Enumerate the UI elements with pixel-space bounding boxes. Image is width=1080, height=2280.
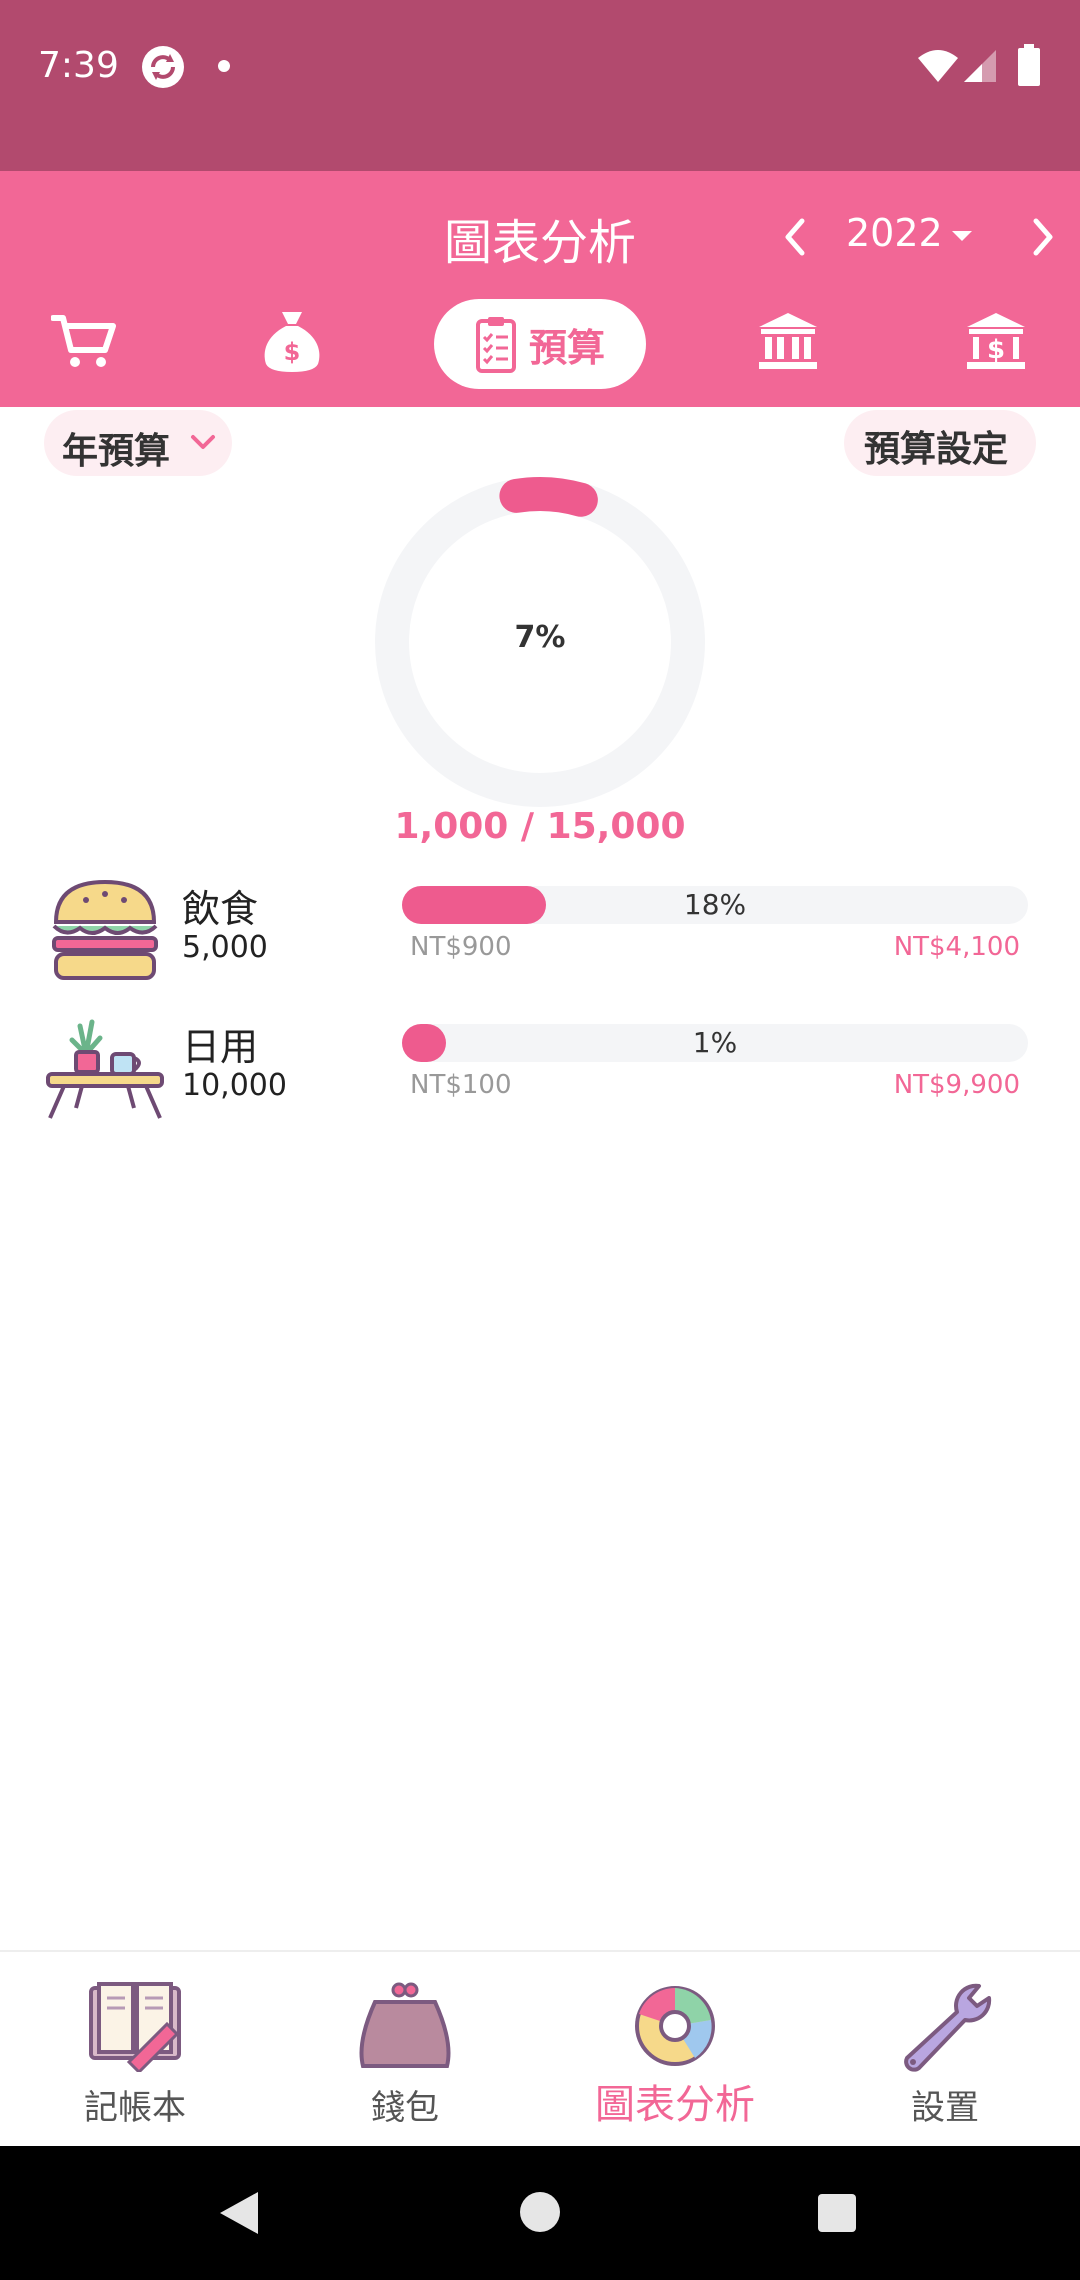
bottom-navigation: 記帳本 錢包 圖表分析 設置: [0, 1950, 1080, 2146]
budget-amount: 5,000: [182, 930, 268, 965]
year-selector[interactable]: 2022: [846, 211, 943, 255]
tab-liabilities[interactable]: $: [956, 299, 1036, 383]
budget-progress-arc: [499, 477, 598, 517]
nav-item-wallet[interactable]: 錢包: [270, 1952, 540, 2148]
sync-icon: [142, 46, 184, 88]
nav-label: 圖表分析: [595, 2082, 755, 2128]
nav-label: 錢包: [371, 2088, 439, 2128]
app-header: 圖表分析 2022 $ 預算 $: [0, 171, 1080, 407]
recents-icon[interactable]: [818, 2194, 856, 2232]
table-plant-icon: [46, 1019, 164, 1119]
svg-text:$: $: [284, 338, 301, 366]
budget-percent: 18%: [683, 888, 747, 921]
burger-icon: [52, 879, 158, 980]
budget-remaining: NT$4,100: [893, 932, 1020, 962]
chevron-left-icon[interactable]: [776, 213, 812, 261]
money-bag-icon: $: [264, 312, 320, 372]
chevron-down-icon: [191, 435, 215, 449]
budget-percent: 7%: [514, 620, 566, 655]
home-icon[interactable]: [520, 2192, 560, 2232]
budget-name: 日用: [182, 1025, 259, 1069]
budget-spent: NT$900: [410, 932, 512, 962]
nav-label: 設置: [911, 2088, 979, 2128]
system-navigation-bar: [0, 2146, 1080, 2280]
budget-remaining: NT$9,900: [893, 1070, 1020, 1100]
budget-totals: 1,000 / 15,000: [394, 806, 686, 847]
nav-item-notebook[interactable]: 記帳本: [0, 1952, 270, 2148]
nav-item-settings[interactable]: 設置: [810, 1952, 1080, 2148]
budget-progress-fill: [402, 1024, 446, 1062]
tab-income[interactable]: $: [252, 299, 332, 383]
page-title: 圖表分析: [443, 215, 636, 271]
budget-row-daily[interactable]: 日用 10,000 1% NT$100 NT$9,900: [0, 1012, 1080, 1142]
period-label: 年預算: [62, 431, 171, 472]
budget-percent: 1%: [692, 1026, 738, 1059]
nav-label: 記帳本: [84, 2088, 186, 2128]
period-dropdown[interactable]: 年預算: [44, 410, 232, 476]
tab-budget[interactable]: 預算: [434, 299, 646, 389]
signal-icon: [964, 50, 996, 82]
shopping-cart-icon: [51, 315, 116, 367]
wifi-icon: [918, 50, 958, 82]
nav-item-charts[interactable]: 圖表分析: [540, 1952, 810, 2148]
status-bar: 7:39: [0, 0, 1080, 171]
purse-icon: [359, 1982, 451, 2068]
bank-dollar-icon: $: [967, 313, 1025, 369]
battery-icon: [1018, 44, 1040, 86]
budget-settings-label: 預算設定: [864, 429, 1009, 470]
budget-progress-fill: [402, 886, 546, 924]
notebook-icon: [89, 1982, 181, 2072]
chevron-right-icon[interactable]: [1026, 213, 1062, 261]
budget-amount: 10,000: [182, 1068, 287, 1103]
status-time: 7:39: [38, 45, 119, 86]
caret-down-icon[interactable]: [950, 229, 974, 243]
budget-name: 飲食: [182, 887, 259, 931]
tab-assets[interactable]: [748, 299, 828, 383]
budget-row-food[interactable]: 飲食 5,000 18% NT$900 NT$4,100: [0, 874, 1080, 1004]
notification-dot-icon: [218, 60, 230, 72]
svg-text:$: $: [987, 335, 1005, 365]
bank-icon: [759, 313, 817, 369]
donut-chart-icon: [635, 1986, 715, 2066]
tab-expense[interactable]: [44, 299, 124, 383]
wrench-icon: [904, 1983, 992, 2072]
tab-budget-label: 預算: [528, 325, 605, 370]
clipboard-checklist-icon: [475, 317, 516, 373]
budget-settings-button[interactable]: 預算設定: [844, 410, 1036, 476]
back-icon[interactable]: [218, 2190, 260, 2236]
budget-spent: NT$100: [410, 1070, 512, 1100]
